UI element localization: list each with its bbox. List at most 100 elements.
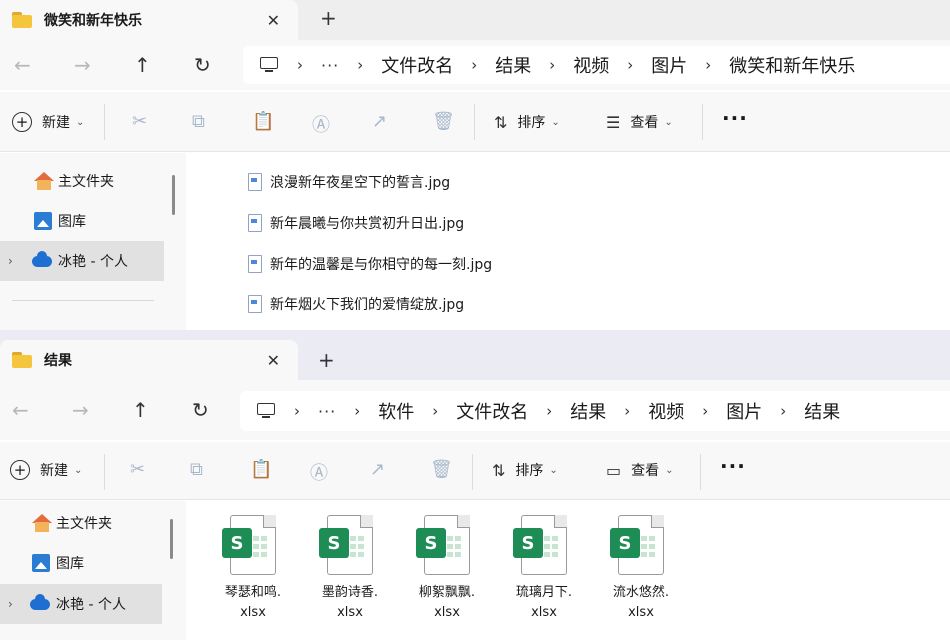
tab-active[interactable]: 微笑和新年快乐 ✕ xyxy=(0,0,298,40)
sidebar-item-gallery[interactable]: 图库 xyxy=(0,543,162,583)
this-pc-icon[interactable] xyxy=(256,403,276,419)
new-tab-button[interactable]: + xyxy=(320,6,337,30)
breadcrumb-item[interactable]: 图片 xyxy=(651,52,687,78)
refresh-button[interactable]: ↻ xyxy=(192,398,209,422)
copy-icon[interactable]: ⧉ xyxy=(190,459,203,480)
more-options-button[interactable]: ··· xyxy=(722,106,748,130)
back-button[interactable]: ← xyxy=(14,53,31,77)
new-tab-button[interactable]: + xyxy=(318,348,335,372)
chevron-right-icon[interactable]: › xyxy=(297,56,303,74)
view-button[interactable]: ▭ 查看 ⌄ xyxy=(606,460,674,480)
this-pc-icon[interactable] xyxy=(259,57,279,73)
chevron-right-icon[interactable]: › xyxy=(471,56,477,74)
gallery-icon xyxy=(34,212,52,230)
breadcrumb-overflow[interactable]: ··· xyxy=(318,402,336,421)
chevron-right-icon[interactable]: › xyxy=(627,56,633,74)
share-icon[interactable]: ↗ xyxy=(370,459,385,480)
sort-button[interactable]: ⇅ 排序 ⌄ xyxy=(494,112,560,132)
breadcrumb-item[interactable]: 文件改名 xyxy=(456,398,528,424)
breadcrumb-item[interactable]: 图片 xyxy=(726,398,762,424)
sidebar-item-home[interactable]: 主文件夹 xyxy=(0,503,162,543)
view-button[interactable]: ☰ 查看 ⌄ xyxy=(606,112,673,132)
explorer-window-2: 结果 ✕ + ← → ↑ ↻ › ··· › 软件 › 文件改名 › 结果 › … xyxy=(0,330,950,640)
gallery-icon xyxy=(32,554,50,572)
sort-button[interactable]: ⇅ 排序 ⌄ xyxy=(492,460,558,480)
breadcrumb-item[interactable]: 软件 xyxy=(378,398,414,424)
large-icons-view-icon: ▭ xyxy=(606,460,622,480)
chevron-right-icon[interactable]: › xyxy=(546,402,552,420)
cut-icon[interactable]: ✂ xyxy=(130,459,145,480)
list-item[interactable]: 新年烟火下我们的爱情绽放.jpg xyxy=(248,293,464,315)
chevron-right-icon[interactable]: › xyxy=(357,56,363,74)
breadcrumb-item[interactable]: 文件改名 xyxy=(381,52,453,78)
sidebar-item-gallery[interactable]: 图库 xyxy=(0,201,164,241)
chevron-right-icon[interactable]: › xyxy=(705,56,711,74)
up-button[interactable]: ↑ xyxy=(134,53,151,77)
excel-badge-icon: S xyxy=(513,528,543,558)
view-label: 查看 xyxy=(630,115,659,131)
breadcrumb-item-current[interactable]: 结果 xyxy=(804,398,840,424)
list-item[interactable]: 新年的温馨是与你相守的每一刻.jpg xyxy=(248,253,492,275)
breadcrumb-item[interactable]: 视频 xyxy=(573,52,609,78)
up-button[interactable]: ↑ xyxy=(132,398,149,422)
rename-icon[interactable]: Ⓐ xyxy=(312,111,330,137)
new-button[interactable]: + 新建 ⌄ xyxy=(10,460,82,480)
list-item[interactable]: S 琴瑟和鸣. xlsx xyxy=(208,515,298,640)
cut-icon[interactable]: ✂ xyxy=(132,111,147,132)
sidebar-item-label: 图库 xyxy=(58,214,86,230)
address-bar[interactable]: › ··· › 软件 › 文件改名 › 结果 › 视频 › 图片 › 结果 xyxy=(240,391,950,431)
address-bar[interactable]: › ··· › 文件改名 › 结果 › 视频 › 图片 › 微笑和新年快乐 xyxy=(243,46,950,84)
paste-icon[interactable]: 📋 xyxy=(252,111,274,132)
forward-button[interactable]: → xyxy=(74,53,91,77)
navigation-pane: 主文件夹 图库 › 冰艳 - 个人 xyxy=(0,153,186,330)
list-item[interactable]: 新年晨曦与你共赏初升日出.jpg xyxy=(248,212,464,234)
copy-icon[interactable]: ⧉ xyxy=(192,111,205,132)
more-options-button[interactable]: ··· xyxy=(720,454,746,478)
tab-active[interactable]: 结果 ✕ xyxy=(0,340,298,380)
refresh-button[interactable]: ↻ xyxy=(194,53,211,77)
back-button[interactable]: ← xyxy=(12,398,29,422)
sidebar-item-label: 主文件夹 xyxy=(56,516,112,532)
chevron-right-icon[interactable]: › xyxy=(432,402,438,420)
cloud-icon xyxy=(30,594,50,613)
chevron-right-icon[interactable]: › xyxy=(294,402,300,420)
command-bar: + 新建 ⌄ ✂ ⧉ 📋 Ⓐ ↗ 🗑 ⇅ 排序 ⌄ ☰ 查看 ⌄ ··· xyxy=(0,92,950,152)
chevron-right-icon[interactable]: › xyxy=(8,254,13,268)
scrollbar-thumb[interactable] xyxy=(170,519,173,559)
breadcrumb-item-current[interactable]: 微笑和新年快乐 xyxy=(729,52,855,78)
sidebar-item-label: 冰艳 - 个人 xyxy=(58,254,128,270)
list-item[interactable]: S 琉璃月下. xlsx xyxy=(499,515,589,640)
paste-icon[interactable]: 📋 xyxy=(250,459,272,480)
new-button[interactable]: + 新建 ⌄ xyxy=(12,112,84,132)
home-icon xyxy=(34,172,54,190)
chevron-right-icon[interactable]: › xyxy=(624,402,630,420)
chevron-right-icon[interactable]: › xyxy=(780,402,786,420)
close-tab-icon[interactable]: ✕ xyxy=(267,11,280,30)
breadcrumb-overflow[interactable]: ··· xyxy=(321,56,339,75)
list-item[interactable]: 浪漫新年夜星空下的誓言.jpg xyxy=(248,171,450,193)
list-item[interactable]: S 流水悠然. xlsx xyxy=(596,515,686,640)
list-item[interactable]: S 墨韵诗香. xlsx xyxy=(305,515,395,640)
breadcrumb-item[interactable]: 视频 xyxy=(648,398,684,424)
rename-icon[interactable]: Ⓐ xyxy=(310,459,328,485)
file-name: 新年晨曦与你共赏初升日出.jpg xyxy=(270,216,465,232)
sidebar-item-home[interactable]: 主文件夹 xyxy=(0,161,164,201)
chevron-right-icon[interactable]: › xyxy=(354,402,360,420)
breadcrumb-item[interactable]: 结果 xyxy=(570,398,606,424)
delete-icon[interactable]: 🗑 xyxy=(430,459,453,480)
chevron-right-icon[interactable]: › xyxy=(8,597,13,611)
share-icon[interactable]: ↗ xyxy=(372,111,387,132)
chevron-right-icon[interactable]: › xyxy=(702,402,708,420)
scrollbar-thumb[interactable] xyxy=(172,175,175,215)
breadcrumb-item[interactable]: 结果 xyxy=(495,52,531,78)
excel-badge-icon: S xyxy=(222,528,252,558)
close-tab-icon[interactable]: ✕ xyxy=(267,351,280,370)
chevron-right-icon[interactable]: › xyxy=(549,56,555,74)
list-item[interactable]: S 柳絮飘飘. xlsx xyxy=(402,515,492,640)
sidebar-item-onedrive[interactable]: › 冰艳 - 个人 xyxy=(0,584,162,624)
delete-icon[interactable]: 🗑 xyxy=(432,111,455,132)
tab-strip: 微笑和新年快乐 ✕ + xyxy=(0,0,950,40)
sort-icon: ⇅ xyxy=(494,112,508,132)
sidebar-item-onedrive[interactable]: › 冰艳 - 个人 xyxy=(0,241,164,281)
forward-button[interactable]: → xyxy=(72,398,89,422)
